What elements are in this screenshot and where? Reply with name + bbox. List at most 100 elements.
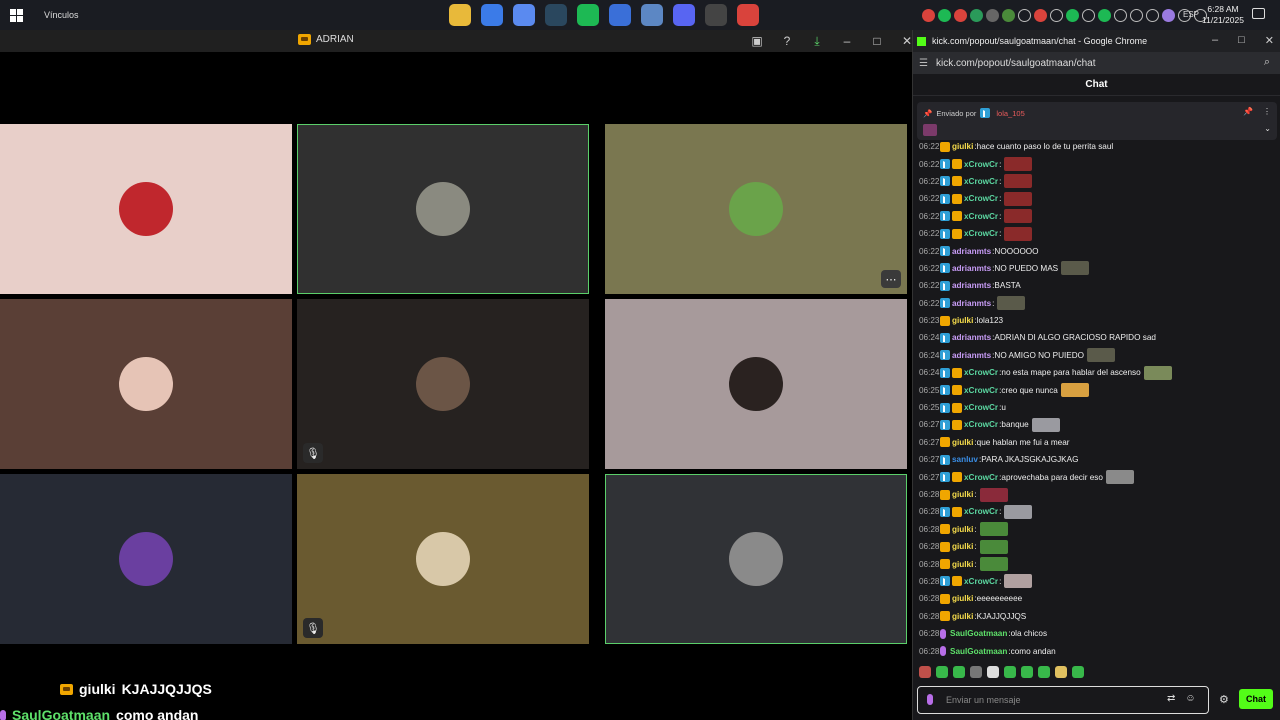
tray-icon[interactable] bbox=[922, 8, 935, 22]
close-icon[interactable]: ✕ bbox=[1265, 34, 1274, 47]
chat-message-input[interactable] bbox=[917, 686, 1209, 714]
participant-tile[interactable] bbox=[605, 474, 907, 644]
store-icon[interactable] bbox=[608, 4, 631, 26]
emote-icon[interactable] bbox=[1004, 666, 1016, 678]
emote-icon[interactable] bbox=[953, 666, 965, 678]
tray-icon[interactable] bbox=[1034, 8, 1047, 22]
emoji-icon[interactable]: ☺ bbox=[1185, 693, 1195, 704]
tray-icon[interactable] bbox=[986, 8, 999, 22]
search-icon[interactable]: ⌕ bbox=[1264, 56, 1270, 69]
emote-icon[interactable] bbox=[1072, 666, 1084, 678]
message-username[interactable]: xCrowCr bbox=[964, 229, 998, 238]
language-indicator[interactable]: ESP bbox=[1183, 10, 1199, 19]
participant-tile[interactable]: 🎙 bbox=[297, 299, 589, 469]
emote-icon[interactable] bbox=[987, 666, 999, 678]
message-username[interactable]: giulki bbox=[952, 594, 973, 603]
message-username[interactable]: adrianmts bbox=[952, 281, 991, 290]
more-options-icon[interactable]: ⋮ bbox=[1263, 107, 1271, 116]
message-username[interactable]: giulki bbox=[952, 438, 973, 447]
discord-icon[interactable] bbox=[672, 4, 695, 26]
translate-icon[interactable]: ⇄ bbox=[1167, 693, 1175, 704]
file-explorer-icon[interactable] bbox=[448, 4, 471, 26]
tray-icon[interactable] bbox=[954, 8, 967, 22]
participant-tile[interactable] bbox=[605, 299, 907, 469]
send-chat-button[interactable]: Chat bbox=[1239, 689, 1273, 709]
notification-icon[interactable] bbox=[1252, 8, 1265, 19]
emote-icon[interactable] bbox=[970, 666, 982, 678]
tray-icon[interactable] bbox=[1130, 8, 1143, 22]
minimize-icon[interactable]: – bbox=[1212, 34, 1218, 47]
pin-icon[interactable]: 📌 bbox=[1243, 107, 1253, 116]
spotify-icon[interactable] bbox=[576, 4, 599, 26]
message-username[interactable]: xCrowCr bbox=[964, 160, 998, 169]
message-username[interactable]: giulki bbox=[952, 525, 973, 534]
chrome-icon[interactable] bbox=[480, 4, 503, 26]
tray-icon[interactable] bbox=[1082, 8, 1095, 22]
emote-icon[interactable] bbox=[1038, 666, 1050, 678]
message-username[interactable]: giulki bbox=[952, 142, 973, 151]
message-username[interactable]: sanluv bbox=[952, 455, 978, 464]
tray-icon[interactable] bbox=[1050, 8, 1063, 22]
message-username[interactable]: adrianmts bbox=[952, 299, 991, 308]
emote-icon[interactable] bbox=[919, 666, 931, 678]
picture-in-picture-icon[interactable]: ▣ bbox=[748, 33, 766, 49]
participant-tile[interactable] bbox=[0, 474, 292, 644]
links-toolbar-label[interactable]: Vínculos bbox=[44, 10, 79, 20]
minimize-icon[interactable]: – bbox=[838, 33, 856, 49]
download-icon[interactable]: ⤓ bbox=[808, 33, 826, 49]
message-username[interactable]: SaulGoatmaan bbox=[950, 647, 1007, 656]
tray-icon[interactable] bbox=[1066, 8, 1079, 22]
steam-icon[interactable] bbox=[544, 4, 567, 26]
pinned-message[interactable]: 📌 Enviado por lola_105 📌 ⋮ ⌄ bbox=[917, 102, 1277, 140]
gear-icon[interactable]: ⚙ bbox=[1219, 693, 1229, 706]
mail-icon[interactable] bbox=[640, 4, 663, 26]
participant-tile[interactable]: ⋯ bbox=[605, 124, 907, 294]
message-username[interactable]: giulki bbox=[952, 490, 973, 499]
tray-icon[interactable] bbox=[1114, 8, 1127, 22]
clock[interactable]: 6:28 AM 11/21/2025 bbox=[1200, 4, 1246, 26]
message-username[interactable]: xCrowCr bbox=[964, 473, 998, 482]
message-username[interactable]: adrianmts bbox=[952, 333, 991, 342]
message-username[interactable]: adrianmts bbox=[952, 351, 991, 360]
message-username[interactable]: xCrowCr bbox=[964, 368, 998, 377]
message-username[interactable]: xCrowCr bbox=[964, 386, 998, 395]
emote-icon[interactable] bbox=[1055, 666, 1067, 678]
chevron-down-icon[interactable]: ⌄ bbox=[1264, 124, 1271, 133]
tray-icon[interactable] bbox=[1098, 8, 1111, 22]
site-settings-icon[interactable]: ☰ bbox=[919, 58, 928, 69]
participant-tile[interactable] bbox=[297, 124, 589, 294]
message-username[interactable]: xCrowCr bbox=[964, 420, 998, 429]
tray-icon[interactable] bbox=[1018, 8, 1031, 22]
message-username[interactable]: xCrowCr bbox=[964, 194, 998, 203]
participant-tile[interactable]: 🎙 bbox=[297, 474, 589, 644]
emote-icon[interactable] bbox=[1021, 666, 1033, 678]
start-button[interactable] bbox=[0, 0, 32, 30]
message-username[interactable]: adrianmts bbox=[952, 247, 991, 256]
maximize-icon[interactable]: □ bbox=[868, 33, 886, 49]
tray-icon[interactable] bbox=[1162, 8, 1175, 22]
message-username[interactable]: giulki bbox=[952, 560, 973, 569]
message-username[interactable]: SaulGoatmaan bbox=[950, 629, 1007, 638]
message-username[interactable]: adrianmts bbox=[952, 264, 991, 273]
message-username[interactable]: xCrowCr bbox=[964, 212, 998, 221]
participant-tile[interactable] bbox=[0, 124, 292, 294]
message-username[interactable]: giulki bbox=[952, 316, 973, 325]
emote-icon[interactable] bbox=[936, 666, 948, 678]
tray-icon[interactable] bbox=[970, 8, 983, 22]
message-username[interactable]: xCrowCr bbox=[964, 177, 998, 186]
tray-icon[interactable] bbox=[1002, 8, 1015, 22]
message-username[interactable]: xCrowCr bbox=[964, 507, 998, 516]
message-username[interactable]: giulki bbox=[952, 612, 973, 621]
message-username[interactable]: xCrowCr bbox=[964, 403, 998, 412]
tray-icon[interactable] bbox=[938, 8, 951, 22]
help-icon[interactable]: ? bbox=[778, 33, 796, 49]
more-options-button[interactable]: ⋯ bbox=[881, 270, 901, 288]
copilot-icon[interactable] bbox=[512, 4, 535, 26]
obs-icon[interactable] bbox=[704, 4, 727, 26]
message-username[interactable]: xCrowCr bbox=[964, 577, 998, 586]
chrome-canary-icon[interactable] bbox=[736, 4, 759, 26]
address-bar[interactable]: ☰ kick.com/popout/saulgoatmaan/chat ⌕ bbox=[913, 52, 1280, 74]
tray-icon[interactable] bbox=[1146, 8, 1159, 22]
message-username[interactable]: giulki bbox=[952, 542, 973, 551]
participant-tile[interactable] bbox=[0, 299, 292, 469]
